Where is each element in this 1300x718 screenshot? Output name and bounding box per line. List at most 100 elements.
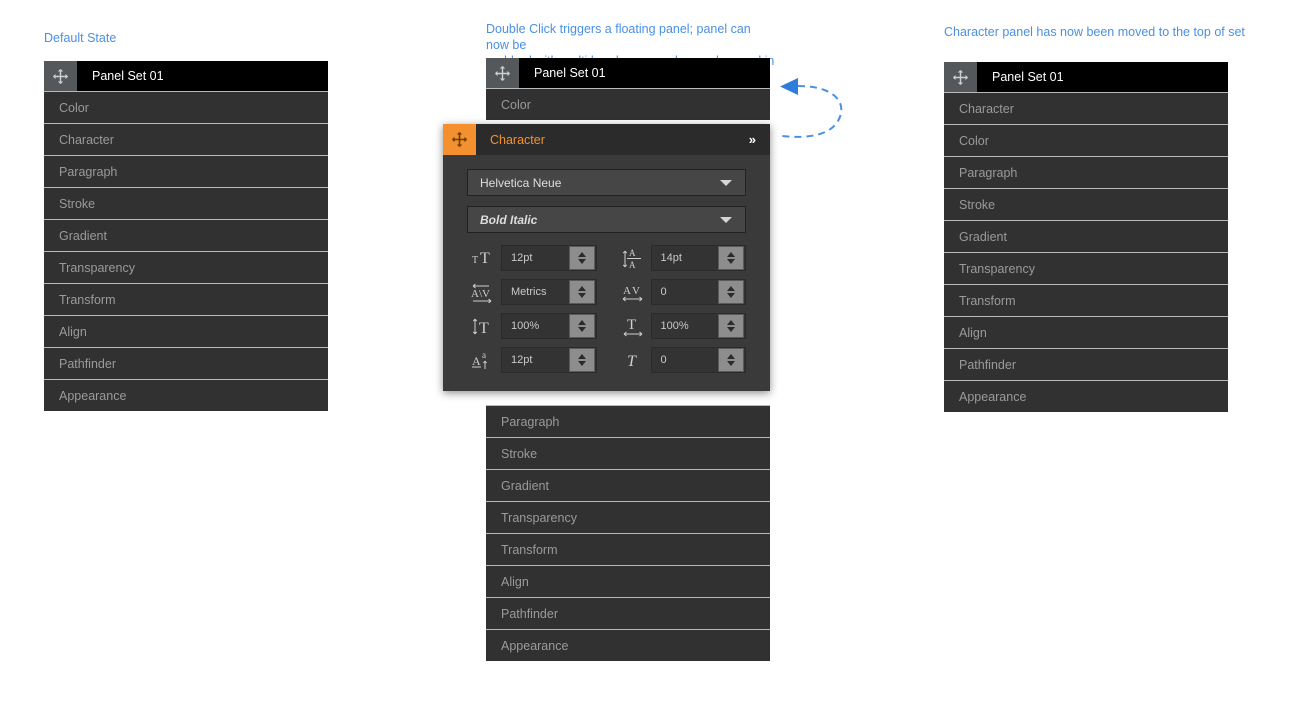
panel-row-paragraph[interactable]: Paragraph	[486, 405, 770, 437]
horizontal-scale-input[interactable]: 100%	[650, 313, 746, 339]
svg-text:T: T	[480, 250, 490, 267]
tracking-value: 0	[660, 286, 667, 298]
panel-row-appearance[interactable]: Appearance	[44, 379, 328, 411]
svg-text:T: T	[627, 353, 637, 370]
stepper-updown-icon[interactable]	[718, 246, 744, 270]
panel-row-label: Transform	[959, 293, 1016, 308]
panel-row-paragraph[interactable]: Paragraph	[44, 155, 328, 187]
panel-row-stroke[interactable]: Stroke	[944, 188, 1228, 220]
panel-header-left[interactable]: Panel Set 01	[44, 61, 328, 91]
curved-dashed-arrow-left-icon	[776, 74, 856, 159]
panel-row-transparency[interactable]: Transparency	[44, 251, 328, 283]
panel-row-appearance[interactable]: Appearance	[944, 380, 1228, 412]
panel-row-color[interactable]: Color	[944, 124, 1228, 156]
move-cross-icon[interactable]	[944, 62, 977, 92]
panel-row-gradient[interactable]: Gradient	[486, 469, 770, 501]
skew-italic-input[interactable]: 0	[650, 347, 746, 373]
caret-down-icon	[720, 216, 732, 223]
stepper-up-arrow[interactable]	[727, 252, 735, 257]
font-size-input[interactable]: 12pt	[501, 245, 597, 271]
panel-row-transform[interactable]: Transform	[486, 533, 770, 565]
character-field-skew-italic: T0	[617, 347, 746, 373]
stepper-down-arrow[interactable]	[577, 361, 586, 366]
panel-row-gradient[interactable]: Gradient	[944, 220, 1228, 252]
stepper-up-arrow[interactable]	[577, 354, 586, 359]
move-cross-icon-glyph	[495, 65, 510, 81]
panel-row-gradient[interactable]: Gradient	[44, 219, 328, 251]
panel-row-label: Gradient	[501, 478, 549, 493]
move-cross-icon[interactable]	[486, 58, 519, 88]
stepper-updown-icon[interactable]	[568, 314, 595, 338]
character-field-baseline-shift: Aa 12pt	[467, 347, 597, 373]
font-style-select[interactable]: Bold Italic	[467, 206, 746, 233]
panel-row-character[interactable]: Character	[44, 123, 328, 155]
tracking-input[interactable]: 0	[650, 279, 746, 305]
move-cross-icon[interactable]	[44, 61, 77, 91]
move-cross-icon[interactable]	[443, 124, 476, 155]
stepper-up-arrow[interactable]	[727, 320, 735, 325]
panel-row-transparency[interactable]: Transparency	[486, 501, 770, 533]
stepper-down-arrow[interactable]	[577, 259, 586, 264]
panel-row-label: Paragraph	[59, 164, 118, 179]
svg-text:T: T	[627, 317, 636, 333]
panel-row-align[interactable]: Align	[486, 565, 770, 597]
stepper-down-arrow[interactable]	[727, 259, 735, 264]
stepper-down-arrow[interactable]	[727, 361, 735, 366]
panel-row-color[interactable]: Color	[486, 88, 770, 120]
double-chevron-right-icon[interactable]: »	[749, 124, 770, 155]
svg-text:A\V: A\V	[471, 288, 490, 300]
panel-header-right[interactable]: Panel Set 01	[944, 62, 1228, 92]
svg-text:A: A	[472, 354, 481, 368]
floating-panel-header[interactable]: Character »	[443, 124, 770, 155]
stepper-up-arrow[interactable]	[577, 252, 586, 257]
baseline-shift-input[interactable]: 12pt	[501, 347, 597, 373]
panel-row-align[interactable]: Align	[44, 315, 328, 347]
stepper-updown-icon[interactable]	[718, 314, 744, 338]
stepper-updown-icon[interactable]	[568, 246, 595, 270]
panel-header-middle[interactable]: Panel Set 01	[486, 58, 770, 88]
character-field-tracking: AV 0	[617, 279, 746, 305]
floating-character-panel[interactable]: Character » Helvetica Neue Bold Italic T…	[443, 124, 770, 391]
panel-row-label: Color	[501, 97, 531, 112]
stepper-updown-icon[interactable]	[718, 280, 744, 304]
panel-row-stroke[interactable]: Stroke	[44, 187, 328, 219]
stepper-updown-icon[interactable]	[718, 348, 744, 372]
panel-row-transform[interactable]: Transform	[944, 284, 1228, 316]
stepper-updown-icon[interactable]	[568, 348, 595, 372]
move-cross-icon-glyph	[452, 132, 467, 147]
stepper-down-arrow[interactable]	[577, 293, 586, 298]
panel-row-paragraph[interactable]: Paragraph	[944, 156, 1228, 188]
caret-down-icon	[720, 179, 732, 186]
panel-row-align[interactable]: Align	[944, 316, 1228, 348]
font-family-select[interactable]: Helvetica Neue	[467, 169, 746, 196]
panel-row-color[interactable]: Color	[44, 91, 328, 123]
stepper-up-arrow[interactable]	[577, 320, 586, 325]
svg-text:A: A	[629, 260, 636, 269]
move-cross-icon-glyph	[953, 69, 968, 85]
skew-italic-icon: T	[617, 349, 651, 371]
stepper-up-arrow[interactable]	[727, 286, 735, 291]
panel-row-label: Appearance	[59, 388, 127, 403]
vertical-scale-input[interactable]: 100%	[501, 313, 597, 339]
stepper-up-arrow[interactable]	[577, 286, 586, 291]
annotation-default-state: Default State	[44, 31, 117, 45]
panel-row-stroke[interactable]: Stroke	[486, 437, 770, 469]
leading-icon: AA	[617, 247, 651, 269]
stepper-down-arrow[interactable]	[577, 327, 586, 332]
stepper-down-arrow[interactable]	[727, 293, 735, 298]
kerning-input[interactable]: Metrics	[501, 279, 597, 305]
panel-row-transparency[interactable]: Transparency	[944, 252, 1228, 284]
vertical-scale-icon: T	[467, 315, 501, 337]
panel-row-appearance[interactable]: Appearance	[486, 629, 770, 661]
panel-row-pathfinder[interactable]: Pathfinder	[44, 347, 328, 379]
leading-input[interactable]: 14pt	[650, 245, 746, 271]
panel-row-character[interactable]: Character	[944, 92, 1228, 124]
character-field-vertical-scale: T 100%	[467, 313, 597, 339]
panel-row-transform[interactable]: Transform	[44, 283, 328, 315]
stepper-up-arrow[interactable]	[727, 354, 735, 359]
panel-row-pathfinder[interactable]: Pathfinder	[486, 597, 770, 629]
stepper-down-arrow[interactable]	[727, 327, 735, 332]
stepper-updown-icon[interactable]	[568, 280, 595, 304]
panel-row-label: Appearance	[959, 389, 1027, 404]
panel-row-pathfinder[interactable]: Pathfinder	[944, 348, 1228, 380]
